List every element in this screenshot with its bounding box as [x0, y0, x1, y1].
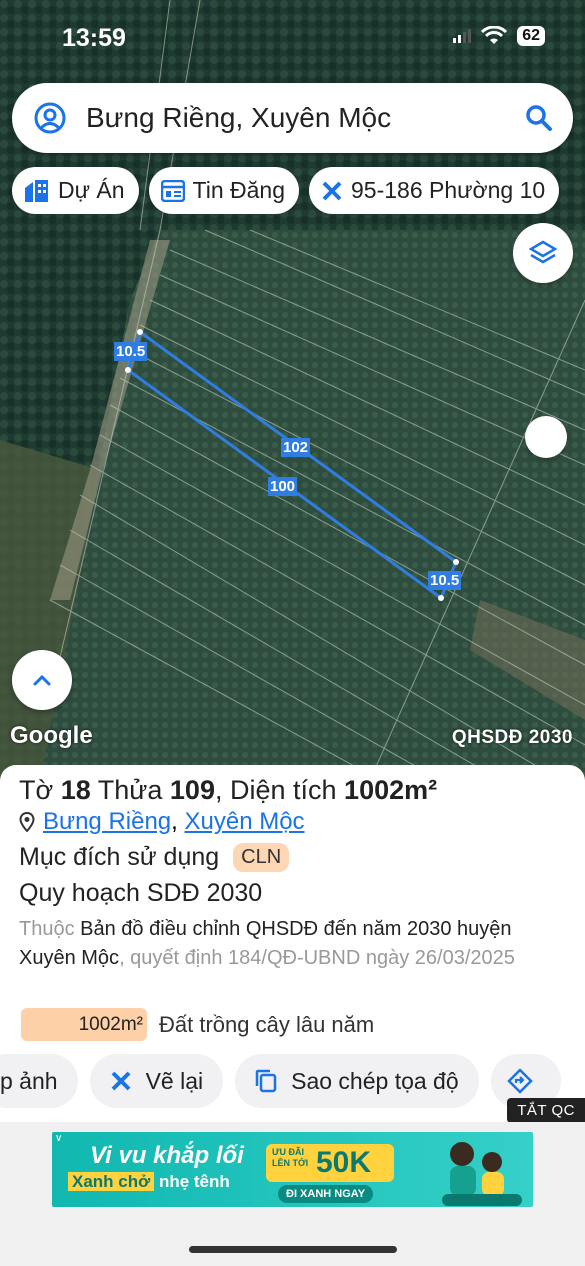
- status-time: 13:59: [62, 24, 126, 52]
- wifi-icon: [481, 26, 508, 44]
- parcel-title: Tờ 18 Thửa 109, Diện tích 1002m²: [19, 775, 437, 806]
- building-icon: [25, 179, 48, 202]
- ad-sub-rest: nhẹ tênh: [158, 1172, 230, 1191]
- photo-button[interactable]: p ảnh: [0, 1054, 78, 1108]
- chip-label: Tin Đăng: [192, 177, 286, 203]
- close-ad-button[interactable]: TẮT QC: [507, 1098, 585, 1123]
- ad-headline: Vi vu khắp lối: [90, 1142, 244, 1169]
- google-attribution: Google: [10, 722, 93, 749]
- ad-sub-highlight: Xanh chở: [68, 1172, 155, 1191]
- purpose-row: Mục đích sử dụng CLN: [19, 843, 290, 872]
- sheet-number: 18: [60, 775, 91, 805]
- area-label: , Diện tích: [214, 775, 337, 805]
- directions-icon: [506, 1068, 533, 1094]
- measurement-label: 102: [281, 438, 311, 457]
- ad-promo-big: 50K: [316, 1146, 372, 1179]
- action-label: Sao chép tọa độ: [291, 1067, 459, 1094]
- location-row: Bưng Riềng, Xuyên Mộc: [19, 808, 305, 836]
- location-separator: ,: [171, 808, 178, 835]
- ad-illustration: [442, 1142, 522, 1206]
- desc-prefix: Thuộc: [19, 918, 75, 940]
- plot-number: 109: [169, 775, 215, 805]
- layer-label: QHSDĐ 2030: [451, 727, 573, 748]
- chip-tin-dang[interactable]: Tin Đăng: [148, 167, 300, 214]
- action-row: p ảnh Vẽ lại Sao chép tọa độ: [0, 1054, 561, 1108]
- search-input[interactable]: Bưng Riềng, Xuyên Mộc: [86, 102, 525, 134]
- copy-icon: [255, 1069, 277, 1093]
- ad-area: V Vi vu khắp lối Xanh chở nhẹ tênh ƯU ĐÃ…: [0, 1122, 585, 1266]
- ruler-icon: [322, 181, 342, 200]
- chip-label: 95-186 Phường 10: [351, 177, 546, 203]
- search-icon[interactable]: [525, 104, 553, 132]
- measurement-label: 100: [268, 477, 298, 496]
- plan-description: Thuộc Bản đồ điều chỉnh QHSDĐ đến năm 20…: [19, 915, 559, 973]
- parcel-info-sheet: Tờ 18 Thửa 109, Diện tích 1002m² Bưng Ri…: [0, 765, 585, 1125]
- expand-button[interactable]: [12, 650, 72, 710]
- search-bar[interactable]: Bưng Riềng, Xuyên Mộc: [12, 83, 573, 153]
- purpose-label: Mục đích sử dụng: [19, 843, 220, 871]
- action-label: p ảnh: [0, 1067, 58, 1094]
- measurement-label: 10.5: [428, 571, 462, 590]
- action-label: Vẽ lại: [145, 1067, 204, 1094]
- ad-promo-small: ƯU ĐÃI LÊN TỚI: [272, 1147, 309, 1168]
- home-indicator[interactable]: [189, 1246, 397, 1253]
- signal-icon: [453, 29, 472, 43]
- plan-title: Quy hoạch SDĐ 2030: [19, 879, 263, 907]
- sheet-label: Tờ: [19, 775, 54, 805]
- ad-subline: Xanh chở nhẹ tênh: [68, 1172, 230, 1192]
- layers-button[interactable]: [513, 223, 573, 283]
- desc-suffix: , quyết định 184/QĐ-UBND ngày 26/03/2025: [119, 947, 515, 969]
- ad-banner[interactable]: V Vi vu khắp lối Xanh chở nhẹ tênh ƯU ĐÃ…: [52, 1132, 533, 1207]
- layers-icon: [529, 240, 557, 264]
- ad-brand: V: [56, 1134, 62, 1143]
- location-link-ward[interactable]: Bưng Riềng: [43, 808, 171, 835]
- area-bar: 1002m²: [21, 1008, 147, 1041]
- plot-label: Thửa: [97, 775, 163, 805]
- measurement-label: 10.5: [114, 342, 148, 361]
- status-bar: 13:59 62: [0, 0, 585, 80]
- listing-icon: [160, 179, 185, 202]
- user-icon[interactable]: [34, 102, 66, 134]
- area-value: 1002m²: [344, 775, 438, 805]
- satellite-map[interactable]: 10.5 102 100 10.5 13:59 62 Bưng Riềng, X…: [0, 0, 585, 780]
- ad-promo: ƯU ĐÃI LÊN TỚI 50K: [266, 1144, 394, 1182]
- redraw-button[interactable]: Vẽ lại: [89, 1054, 224, 1108]
- location-pin-icon: [19, 812, 35, 832]
- ruler-icon: [111, 1071, 130, 1091]
- chip-label: Dự Án: [58, 177, 125, 203]
- land-type-row: 1002m² Đất trồng cây lâu năm: [21, 1008, 374, 1041]
- location-link-district[interactable]: Xuyên Mộc: [185, 808, 305, 835]
- filter-chips: Dự Án Tin Đăng 95-186 Phường 10: [12, 167, 560, 214]
- land-type-label: Đất trồng cây lâu năm: [159, 1011, 375, 1037]
- chevron-up-icon: [33, 674, 51, 686]
- chip-distance[interactable]: 95-186 Phường 10: [309, 167, 560, 214]
- ad-cta: ĐI XANH NGAY: [278, 1185, 374, 1203]
- battery-level: 62: [517, 26, 545, 46]
- purpose-badge: CLN: [233, 843, 290, 872]
- copy-coords-button[interactable]: Sao chép tọa độ: [235, 1054, 479, 1108]
- map-handle[interactable]: [525, 416, 567, 458]
- chip-du-an[interactable]: Dự Án: [12, 167, 139, 214]
